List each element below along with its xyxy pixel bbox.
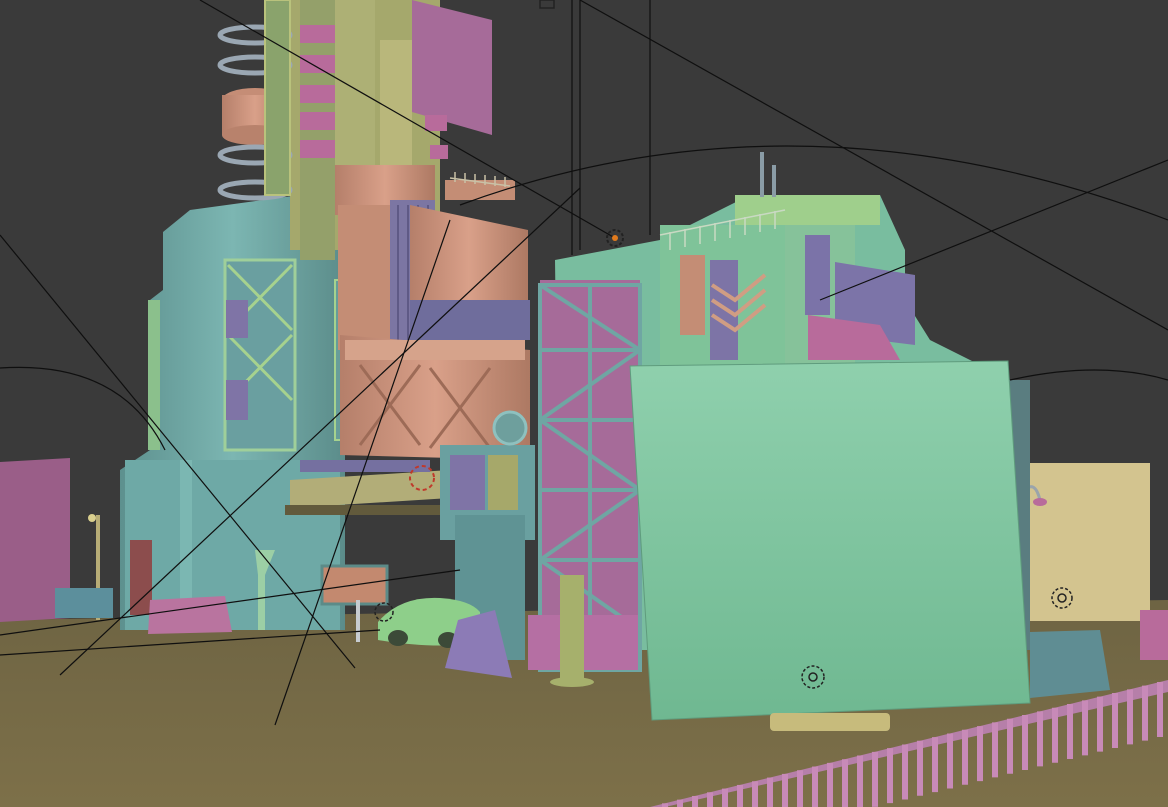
sand-billboard[interactable] xyxy=(1028,463,1150,621)
barrier-left[interactable] xyxy=(148,596,232,634)
bollard[interactable] xyxy=(356,600,360,642)
3d-viewport[interactable] xyxy=(0,0,1168,807)
far-right-block[interactable] xyxy=(1140,610,1168,660)
scaffold-building[interactable] xyxy=(528,280,642,687)
left-bench[interactable] xyxy=(55,588,113,618)
tower-pink-panel[interactable] xyxy=(412,0,492,135)
right-barrier[interactable] xyxy=(1030,630,1110,698)
billboard-base[interactable] xyxy=(770,713,890,731)
green-billboard[interactable] xyxy=(629,360,1031,721)
viewport-scene[interactable] xyxy=(0,0,1168,807)
